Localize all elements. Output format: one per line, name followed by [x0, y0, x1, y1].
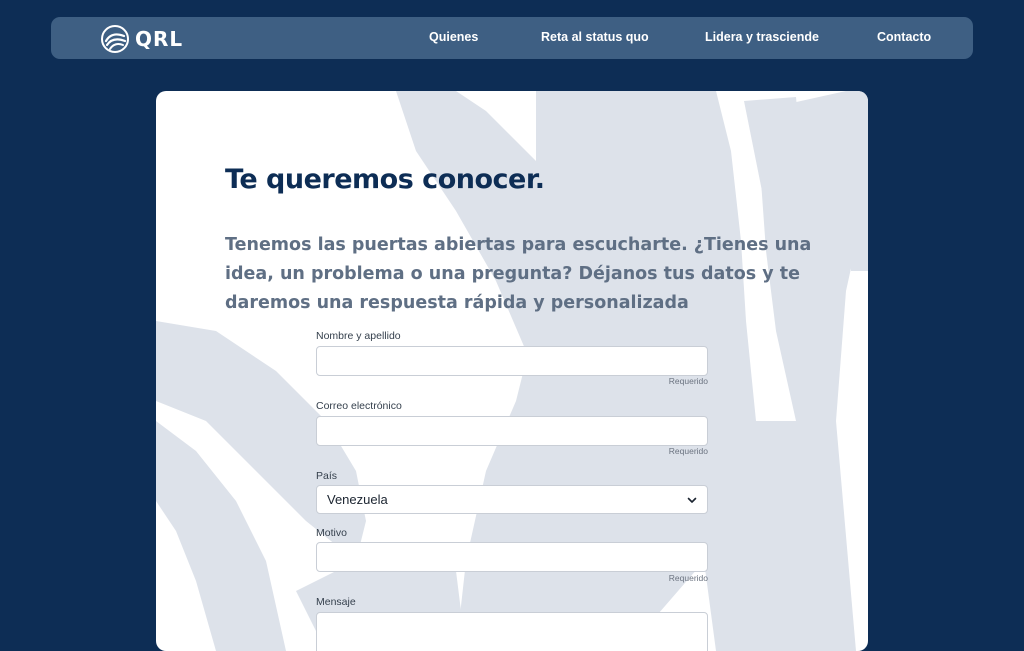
chevron-down-icon — [687, 497, 697, 503]
nav-link-lidera-y-trasciende[interactable]: Lidera y trasciende — [705, 30, 819, 44]
nav-link-contacto[interactable]: Contacto — [877, 30, 931, 44]
reason-required-note: Requerido — [668, 573, 708, 583]
country-select[interactable]: Venezuela — [316, 485, 708, 514]
message-textarea[interactable] — [316, 612, 708, 651]
email-label: Correo electrónico — [316, 400, 402, 412]
country-selected-value: Venezuela — [327, 492, 388, 507]
email-required-note: Requerido — [668, 446, 708, 456]
nav-link-quienes[interactable]: Quienes — [429, 30, 478, 44]
nav-link-reta-al-status-quo[interactable]: Reta al status quo — [541, 30, 649, 44]
logo[interactable]: QRL — [101, 25, 183, 53]
country-label: País — [316, 470, 338, 482]
reason-label: Motivo — [316, 527, 347, 539]
page-title: Te queremos conocer. — [225, 164, 545, 195]
logo-emblem-icon — [101, 25, 129, 53]
message-label: Mensaje — [316, 596, 356, 608]
name-label: Nombre y apellido — [316, 330, 401, 342]
reason-input[interactable] — [316, 542, 708, 572]
name-required-note: Requerido — [668, 376, 708, 386]
contact-card: Te queremos conocer. Tenemos las puertas… — [156, 91, 868, 651]
logo-text: QRL — [135, 27, 184, 51]
name-input[interactable] — [316, 346, 708, 376]
intro-paragraph: Tenemos las puertas abiertas para escuch… — [225, 235, 812, 313]
top-navbar: QRL Quienes Reta al status quo Lidera y … — [51, 17, 973, 59]
email-input[interactable] — [316, 416, 708, 446]
